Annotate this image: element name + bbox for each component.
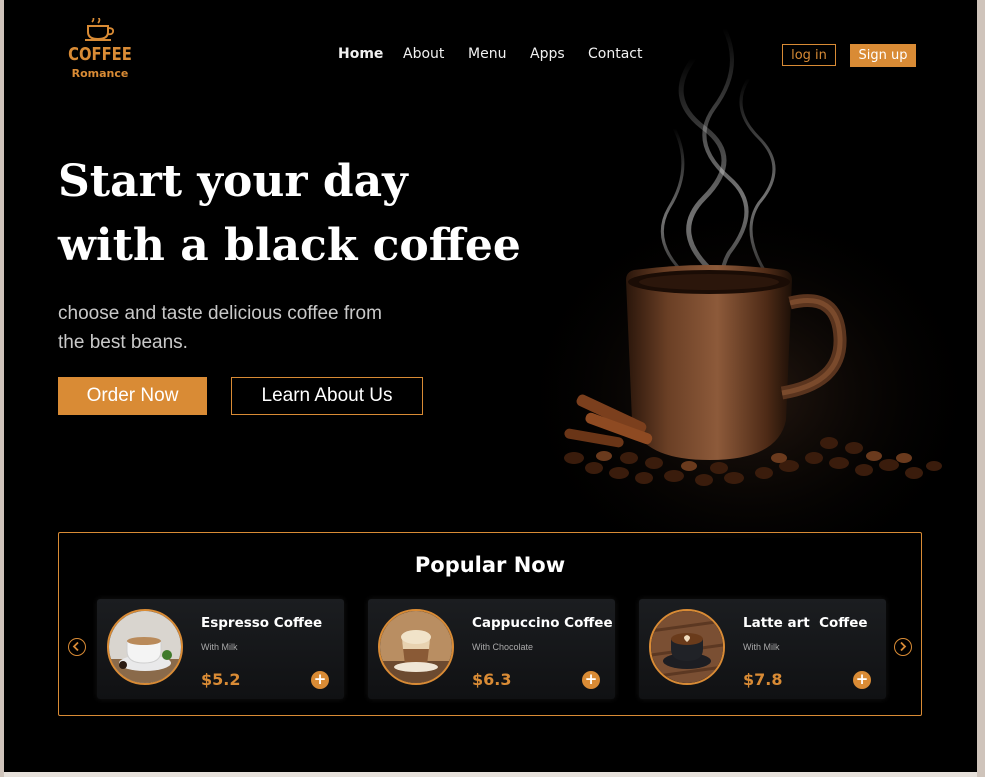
cappuccino-image bbox=[378, 609, 454, 685]
chevron-right-icon[interactable] bbox=[894, 638, 912, 656]
order-now-button[interactable]: Order Now bbox=[58, 377, 207, 415]
product-card-cappuccino[interactable]: Cappuccino Coffee With Chocolate $6.3 + bbox=[368, 599, 615, 699]
logo-subtitle: Romance bbox=[71, 67, 129, 80]
brand-logo[interactable]: COFFEE Romance bbox=[60, 16, 140, 88]
nav-item-home[interactable]: Home bbox=[338, 46, 383, 62]
coffee-cup-icon bbox=[85, 18, 115, 41]
espresso-image bbox=[107, 609, 183, 685]
product-card-latte[interactable]: Latte art Coffee With Milk $7.8 + bbox=[639, 599, 886, 699]
add-to-cart-button[interactable]: + bbox=[311, 671, 329, 689]
hero-subtitle-line-1: choose and taste delicious coffee from bbox=[58, 303, 382, 324]
logo-wordmark: COFFEE bbox=[68, 44, 132, 65]
add-to-cart-button[interactable]: + bbox=[582, 671, 600, 689]
product-name: Cappuccino Coffee bbox=[472, 615, 613, 631]
hero-title-line-1: Start your day bbox=[58, 156, 408, 207]
latte-art-image bbox=[649, 609, 725, 685]
product-price: $5.2 bbox=[201, 670, 241, 689]
nav-item-about[interactable]: About bbox=[403, 46, 444, 62]
hero-subtitle: choose and taste delicious coffee from t… bbox=[58, 299, 458, 357]
coffee-mug-illustration bbox=[534, 27, 964, 538]
add-to-cart-button[interactable]: + bbox=[853, 671, 871, 689]
product-name: Latte art Coffee bbox=[743, 615, 868, 631]
learn-about-us-button[interactable]: Learn About Us bbox=[231, 377, 423, 415]
product-desc: With Chocolate bbox=[472, 642, 534, 652]
nav-item-menu[interactable]: Menu bbox=[468, 46, 506, 62]
product-card-espresso[interactable]: Espresso Coffee With Milk $5.2 + bbox=[97, 599, 344, 699]
product-price: $6.3 bbox=[472, 670, 512, 689]
hero-title-line-2: with a black coffee bbox=[58, 220, 521, 271]
chevron-left-icon[interactable] bbox=[68, 638, 86, 656]
popular-section: Popular Now Espresso Coffee With Milk $5… bbox=[58, 532, 922, 716]
product-desc: With Milk bbox=[743, 642, 780, 652]
hero-subtitle-line-2: the best beans. bbox=[58, 332, 188, 353]
popular-title: Popular Now bbox=[414, 553, 566, 577]
product-desc: With Milk bbox=[201, 642, 238, 652]
product-price: $7.8 bbox=[743, 670, 783, 689]
hero-title: Start your day with a black coffee bbox=[58, 150, 558, 278]
page-frame: COFFEE Romance Home About Menu Apps Cont… bbox=[4, 0, 977, 777]
product-name: Espresso Coffee bbox=[201, 615, 323, 631]
